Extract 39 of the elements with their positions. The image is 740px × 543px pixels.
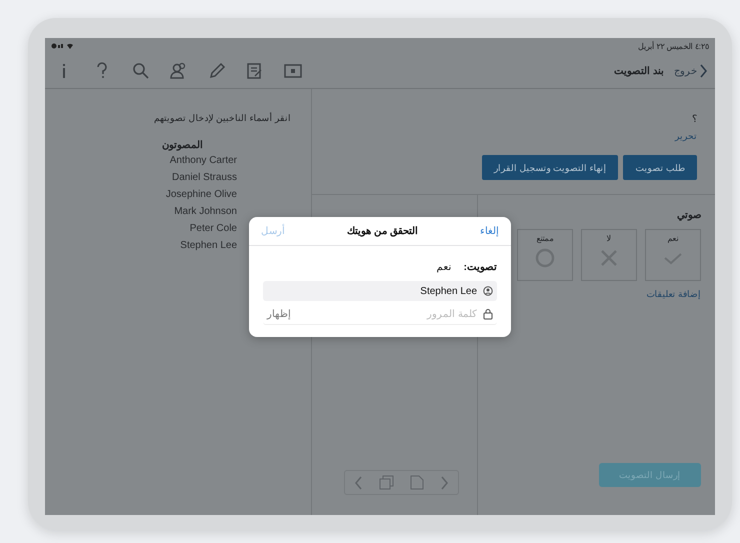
vote-option[interactable]: ممتنع xyxy=(517,229,573,281)
voter-name[interactable]: Daniel Strauss xyxy=(172,172,237,183)
voter-name[interactable]: Peter Cole xyxy=(190,223,237,234)
search-icon[interactable] xyxy=(131,61,151,81)
voter-name[interactable]: Josephine Olive xyxy=(166,189,237,200)
vote-option[interactable]: لا xyxy=(581,229,637,281)
chevron-right-icon[interactable] xyxy=(440,476,448,490)
section-heading: صوتي xyxy=(676,209,701,221)
action-button[interactable]: طلب تصويت xyxy=(623,155,697,180)
copy-icon[interactable] xyxy=(379,475,394,490)
lock-icon xyxy=(483,308,493,320)
username-value: Stephen Lee xyxy=(420,286,477,296)
person-circle-icon xyxy=(483,286,493,296)
password-placeholder: كلمة المرور xyxy=(426,308,477,320)
username-field[interactable]: Stephen Lee xyxy=(263,281,497,301)
add-comments-link[interactable]: إضافة تعليقات xyxy=(646,289,701,299)
chevron-icon xyxy=(699,64,707,78)
status-clock: ٤:٢٥ الخميس ٢٢ أبريل xyxy=(638,42,709,50)
circle-icon xyxy=(534,247,556,269)
voter-name[interactable]: Anthony Carter xyxy=(170,155,237,166)
cancel-link[interactable]: إلغاء xyxy=(480,225,499,237)
edit-link[interactable]: تحرير xyxy=(675,131,697,141)
voter-name[interactable]: Mark Johnson xyxy=(174,206,237,217)
dialog-title: التحقق من هويتك xyxy=(347,225,418,237)
voters-heading: المصوتون xyxy=(162,139,203,151)
pencil-icon[interactable] xyxy=(207,61,227,81)
document-icon[interactable] xyxy=(410,475,424,490)
action-button[interactable]: إنهاء التصويت وتسجيل القرار xyxy=(482,155,618,180)
signal-wifi-icon xyxy=(51,42,75,50)
chevron-left-icon[interactable] xyxy=(355,476,363,490)
instruction-text: انقر أسماء الناخبين لإدخال تصويتهم xyxy=(154,113,291,123)
vote-value: نعم xyxy=(436,261,452,273)
password-field[interactable]: كلمة المرور إظهار xyxy=(263,304,497,325)
vote-option[interactable]: نعم xyxy=(645,229,701,281)
item-title: ؟ xyxy=(691,113,697,125)
screen-title: بند التصويت xyxy=(614,65,664,77)
voter-name[interactable]: Stephen Lee xyxy=(180,240,237,251)
show-password-button[interactable]: إظهار xyxy=(267,308,291,320)
vote-label: تصويت: xyxy=(464,261,497,273)
